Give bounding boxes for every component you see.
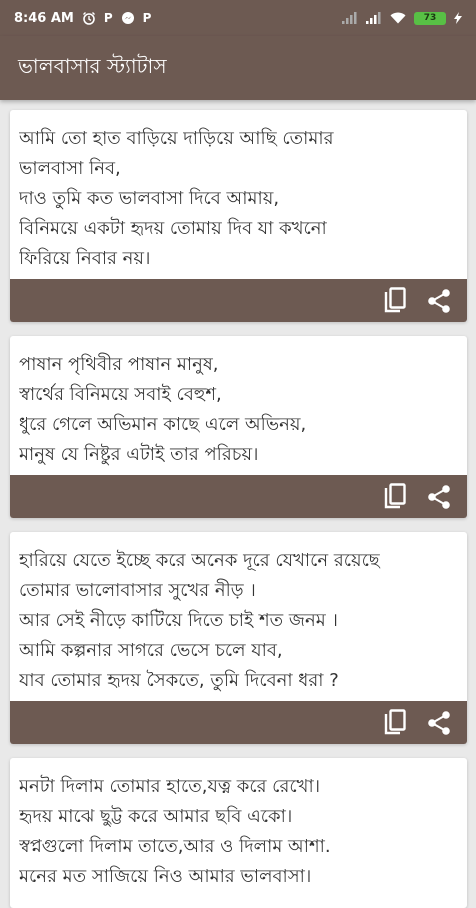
- status-card: আমি তো হাত বাড়িয়ে দাড়িয়ে আছি তোমার ভ…: [10, 110, 467, 322]
- status-text[interactable]: হারিয়ে যেতে ইচ্ছে করে অনেক দূরে যেখানে …: [10, 532, 467, 696]
- copy-icon: [384, 483, 406, 509]
- status-line: হৃদয় মাঝে ছুট্ট করে আমার ছবি একো।: [19, 806, 293, 827]
- copy-button[interactable]: [379, 707, 411, 739]
- status-line: ভালবাসা নিব,: [19, 158, 121, 179]
- status-line: স্বার্থের বিনিময়ে সবাই বেহুশ,: [19, 384, 222, 405]
- card-action-bar: [10, 279, 467, 322]
- copy-button[interactable]: [379, 481, 411, 513]
- status-text[interactable]: পাষান পৃথিবীর পাষান মানুষ, স্বার্থের বিন…: [10, 336, 467, 470]
- alarm-icon: [82, 11, 96, 25]
- status-line: বিনিময়ে একটা হৃদয় তোমায় দিব যা কখনো: [19, 218, 327, 239]
- status-card: হারিয়ে যেতে ইচ্ছে করে অনেক দূরে যেখানে …: [10, 532, 467, 744]
- app-title: ভালবাসার স্ট্যাটাস: [18, 53, 167, 78]
- status-time: 8:46 AM: [14, 10, 74, 26]
- status-line: ফিরিয়ে নিবার নয়।: [19, 248, 151, 269]
- status-card: পাষান পৃথিবীর পাষান মানুষ, স্বার্থের বিন…: [10, 336, 467, 518]
- status-line: তোমার ভালোবাসার সুখের নীড় ।: [19, 580, 256, 601]
- p-icon: P: [103, 11, 113, 25]
- share-icon: [428, 711, 450, 735]
- signal-icon: [342, 12, 358, 24]
- copy-icon: [384, 709, 406, 735]
- status-line: মনের মত সাজিয়ে নিও আমার ভালবাসা।: [19, 866, 312, 887]
- status-line: মানুষ যে নিষ্টুর এটাই তার পরিচয়।: [19, 444, 259, 465]
- share-icon: [428, 485, 450, 509]
- copy-icon: [384, 287, 406, 313]
- status-line: দাও তুমি কত ভালবাসা দিবে আমায়,: [19, 188, 280, 209]
- status-line: স্বপ্নগুলো দিলাম তাতে,আর ও দিলাম আশা.: [19, 836, 331, 857]
- status-bar: 8:46 AM P P 73: [0, 0, 476, 36]
- status-left: 8:46 AM P P: [14, 11, 151, 26]
- status-right: 73: [342, 11, 462, 25]
- status-line: আমি কল্পনার সাগরে ভেসে চলে যাব,: [19, 640, 283, 661]
- signal-icon: [366, 12, 382, 24]
- share-button[interactable]: [423, 707, 455, 739]
- share-button[interactable]: [423, 481, 455, 513]
- card-action-bar: [10, 701, 467, 744]
- wifi-icon: [390, 12, 406, 24]
- copy-button[interactable]: [379, 285, 411, 317]
- p-icon: P: [142, 11, 152, 25]
- share-icon: [428, 289, 450, 313]
- charging-icon: [454, 12, 462, 24]
- status-text[interactable]: আমি তো হাত বাড়িয়ে দাড়িয়ে আছি তোমার ভ…: [10, 110, 467, 274]
- status-line: হারিয়ে যেতে ইচ্ছে করে অনেক দূরে যেখানে …: [19, 550, 380, 571]
- status-card: মনটা দিলাম তোমার হাতে,যত্ন করে রেখো। হৃদ…: [10, 758, 467, 908]
- status-line: ধুরে গেলে অভিমান কাছে এলে অভিনয়,: [19, 414, 307, 435]
- status-line: আমি তো হাত বাড়িয়ে দাড়িয়ে আছি তোমার: [19, 128, 334, 149]
- status-line: আর সেই নীড়ে কাটিয়ে দিতে চাই শত জনম ।: [19, 610, 338, 631]
- status-text[interactable]: মনটা দিলাম তোমার হাতে,যত্ন করে রেখো। হৃদ…: [10, 758, 467, 892]
- status-line: মনটা দিলাম তোমার হাতে,যত্ন করে রেখো।: [19, 776, 321, 797]
- share-button[interactable]: [423, 285, 455, 317]
- card-action-bar: [10, 475, 467, 518]
- messenger-icon: [121, 11, 135, 25]
- status-line: পাষান পৃথিবীর পাষান মানুষ,: [19, 354, 219, 375]
- status-line: যাব তোমার হৃদয় সৈকতে, তুমি দিবেনা ধরা ?: [19, 670, 339, 691]
- app-bar: ভালবাসার স্ট্যাটাস: [0, 36, 476, 100]
- battery-icon: 73: [414, 11, 446, 25]
